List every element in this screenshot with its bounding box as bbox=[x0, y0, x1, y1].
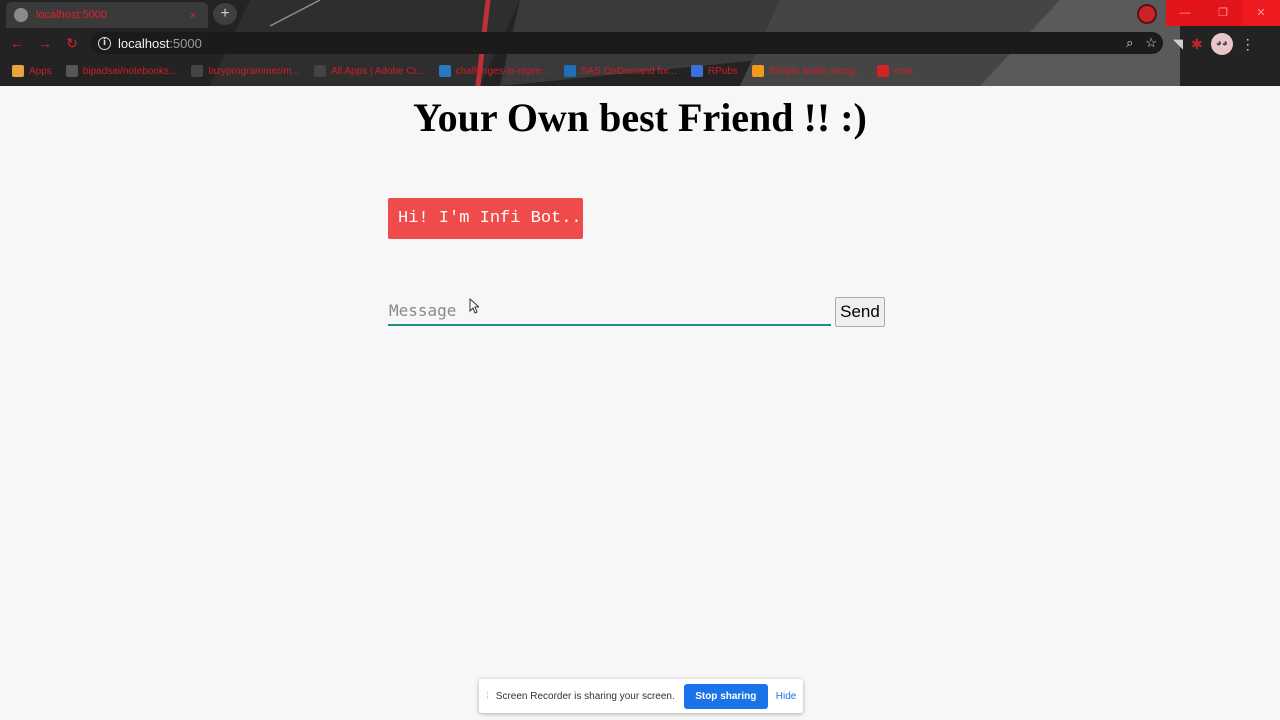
profile-avatar[interactable]: ◕◕ bbox=[1210, 33, 1233, 55]
new-tab-button[interactable]: + bbox=[213, 3, 237, 25]
bookmark-item[interactable]: Apps bbox=[12, 65, 52, 77]
puzzle-extension-icon[interactable]: ✱ bbox=[1191, 36, 1203, 53]
bookmark-label: cma bbox=[893, 65, 913, 77]
address-bar-actions: ⌕ ☆ bbox=[1126, 35, 1157, 51]
site-info-icon[interactable]: i bbox=[98, 36, 111, 50]
apps-grid-icon bbox=[12, 65, 24, 77]
bookmark-item[interactable]: All Apps | Adobe Cr... bbox=[314, 65, 425, 77]
github-icon bbox=[191, 65, 204, 77]
drag-handle-icon[interactable]: ⁞ bbox=[486, 691, 489, 702]
globe-icon bbox=[14, 8, 28, 22]
url-host: localhost bbox=[118, 35, 170, 51]
bookmark-label: lazyprogrammer/m... bbox=[208, 65, 300, 77]
bookmark-label: bipadsai/notebooks... bbox=[82, 65, 178, 77]
screen-recorder-bar: ⁞ Screen Recorder is sharing your screen… bbox=[479, 679, 803, 713]
bookmark-label: RPubs bbox=[707, 65, 738, 77]
mouse-cursor-icon bbox=[469, 298, 479, 314]
kaggle-icon bbox=[438, 65, 451, 77]
bookmark-label: SAS OnDemand for... bbox=[580, 65, 677, 77]
bot-message-bubble: Hi! I'm Infi Bot.. bbox=[388, 198, 583, 239]
reload-icon[interactable]: ↻ bbox=[63, 34, 81, 52]
minimize-icon[interactable]: — bbox=[1166, 0, 1204, 26]
bookmark-star-icon[interactable]: ☆ bbox=[1145, 35, 1157, 51]
chat-page: Your Own best Friend !! :) Hi! I'm Infi … bbox=[0, 86, 1280, 720]
adobe-icon bbox=[314, 65, 326, 77]
stop-sharing-button[interactable]: Stop sharing bbox=[683, 683, 768, 709]
tab-strip: localhost:5000 × + — ❐ ✕ bbox=[0, 0, 1280, 28]
pocket-extension-icon[interactable]: ◥ bbox=[1173, 36, 1183, 52]
cma-icon bbox=[876, 65, 889, 77]
back-arrow-icon[interactable]: ← bbox=[8, 34, 26, 52]
rpubs-icon bbox=[690, 65, 703, 77]
bookmark-item[interactable]: bipadsai/notebooks... bbox=[65, 65, 178, 77]
url-port: :5000 bbox=[169, 35, 202, 51]
toolbar-extensions: ◥ ✱ ◕◕ ⋮ bbox=[1173, 33, 1255, 55]
recorder-status-text: Screen Recorder is sharing your screen. bbox=[495, 690, 675, 702]
bookmark-item[interactable]: challenges-in-repre... bbox=[438, 65, 550, 77]
tensorflow-icon bbox=[751, 65, 764, 77]
bookmark-item[interactable]: SAS OnDemand for... bbox=[563, 65, 677, 77]
window-close-icon[interactable]: ✕ bbox=[1242, 0, 1280, 26]
window-controls: — ❐ ✕ bbox=[1166, 0, 1280, 26]
address-bar[interactable]: i localhost :5000 ⌕ ☆ bbox=[90, 32, 1163, 54]
bookmarks-bar: Apps bipadsai/notebooks... lazyprogrammer/… bbox=[0, 60, 1280, 82]
bookmark-label: Simple audio recog... bbox=[768, 65, 863, 77]
send-button[interactable]: Send bbox=[835, 297, 885, 327]
bookmark-item[interactable]: RPubs bbox=[690, 65, 738, 77]
zoom-icon[interactable]: ⌕ bbox=[1126, 35, 1133, 51]
tab-title: localhost:5000 bbox=[36, 9, 107, 21]
extension-record-icon[interactable] bbox=[1137, 4, 1157, 24]
bookmark-label: All Apps | Adobe Cr... bbox=[331, 65, 425, 77]
message-input[interactable] bbox=[388, 297, 831, 326]
hide-link[interactable]: Hide bbox=[776, 691, 797, 702]
bookmark-label: Apps bbox=[29, 65, 52, 77]
bookmark-item[interactable]: Simple audio recog... bbox=[751, 65, 863, 77]
tab-close-icon[interactable]: × bbox=[186, 8, 200, 22]
bookmark-item[interactable]: cma bbox=[876, 65, 913, 77]
browser-chrome: localhost:5000 × + — ❐ ✕ ← → ↻ i localho… bbox=[0, 0, 1280, 86]
browser-menu-icon[interactable]: ⋮ bbox=[1241, 36, 1255, 53]
forward-arrow-icon[interactable]: → bbox=[36, 34, 54, 52]
bookmark-label: challenges-in-repre... bbox=[455, 65, 550, 77]
bookmark-item[interactable]: lazyprogrammer/m... bbox=[191, 65, 300, 77]
page-title: Your Own best Friend !! :) bbox=[413, 95, 867, 140]
github-icon bbox=[65, 65, 78, 77]
sas-icon bbox=[563, 65, 576, 77]
tab-localhost[interactable]: localhost:5000 × bbox=[6, 2, 208, 28]
restore-icon[interactable]: ❐ bbox=[1204, 0, 1242, 26]
